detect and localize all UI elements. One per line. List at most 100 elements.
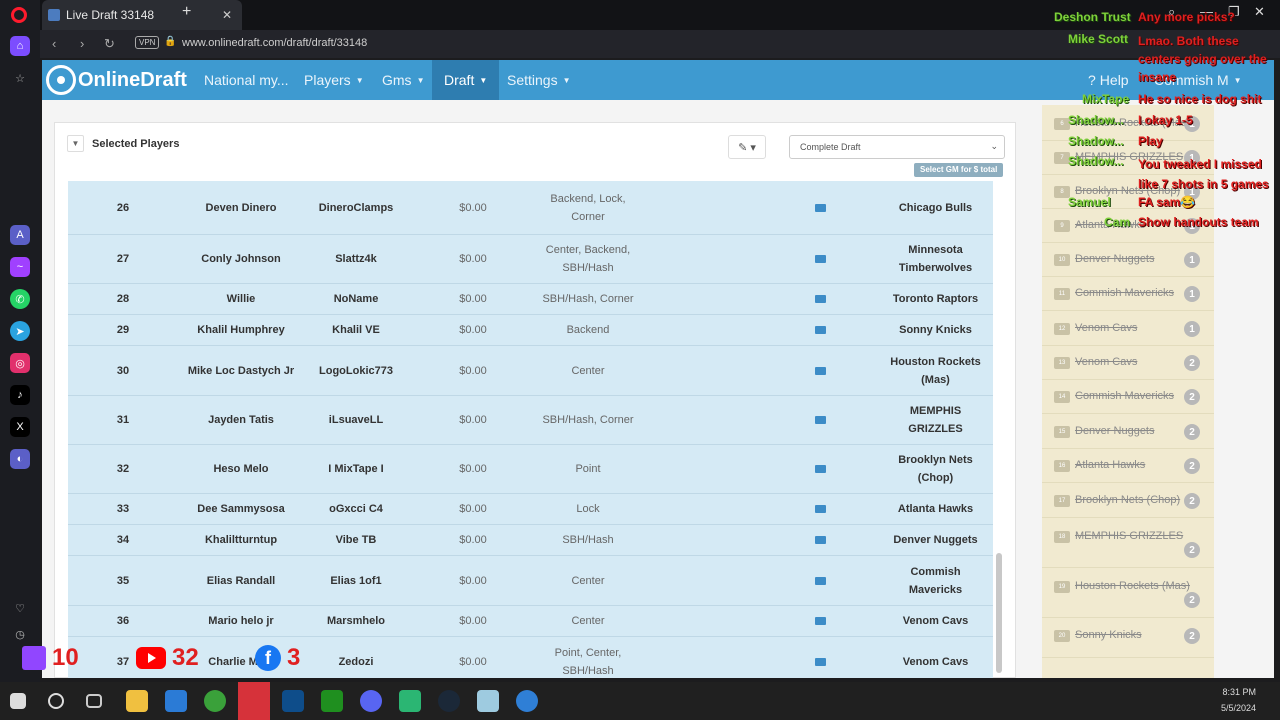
messenger-icon[interactable]: ~ (10, 257, 30, 277)
window-close-icon[interactable]: ✕ (1254, 4, 1265, 20)
player-card-icon[interactable] (813, 181, 827, 234)
player-card-icon[interactable] (813, 637, 827, 678)
back-icon[interactable]: ‹ (52, 36, 56, 51)
player-card-icon[interactable] (813, 556, 827, 605)
search-icon[interactable] (48, 693, 64, 709)
discord-icon[interactable] (360, 690, 382, 712)
list-item[interactable]: 15 Denver Nuggets 2 (1042, 414, 1214, 449)
aria-icon[interactable]: A (10, 225, 30, 245)
windows-taskbar: 8:31 PM 5/5/2024 (0, 682, 1280, 720)
team-name: Chicago Bulls (898, 201, 973, 214)
game-app-icon[interactable] (399, 690, 421, 712)
instagram-icon[interactable]: ◎ (10, 353, 30, 373)
logo-mark-icon (46, 65, 76, 95)
nav-league[interactable]: National my... (192, 60, 301, 100)
player-card-icon[interactable] (813, 284, 827, 314)
nav-players[interactable]: Players ▼ (292, 60, 376, 100)
salary: $0.00 (459, 293, 487, 305)
windows-start-icon[interactable] (10, 693, 26, 709)
vpn-badge[interactable]: VPN (135, 36, 160, 49)
player-card-icon[interactable] (813, 445, 827, 493)
new-tab-icon[interactable]: + (182, 3, 191, 21)
collapse-toggle-icon[interactable]: ▼ (67, 135, 84, 152)
player-name: Willie (226, 293, 256, 305)
nav-settings[interactable]: Settings ▼ (495, 60, 583, 100)
star-icon[interactable]: ☆ (10, 68, 30, 88)
heart-icon[interactable]: ♡ (10, 598, 30, 618)
whatsapp-icon[interactable]: ✆ (10, 289, 30, 309)
queue-round: 1 (1184, 286, 1200, 302)
list-item[interactable]: 11 Commish Mavericks 1 (1042, 277, 1214, 311)
list-item[interactable]: 16 Atlanta Hawks 2 (1042, 449, 1214, 483)
list-item[interactable]: 18 MEMPHIS GRIZZLES 2 (1042, 518, 1214, 568)
history-icon[interactable]: ◷ (10, 624, 30, 644)
steam-icon[interactable] (438, 690, 460, 712)
tiktok-icon[interactable]: ♪ (10, 385, 30, 405)
positions: SBH/Hash, Corner (542, 414, 634, 426)
queue-team: Brooklyn Nets (Chop) (1075, 494, 1181, 506)
list-item[interactable]: 10 Denver Nuggets 1 (1042, 243, 1214, 277)
workspace-icon[interactable]: ⌂ (10, 36, 30, 56)
task-view-icon[interactable] (86, 694, 102, 708)
list-item[interactable]: 14 Commish Mavericks 2 (1042, 380, 1214, 414)
clock-time: 8:31 PM (1222, 687, 1256, 697)
list-item[interactable]: 20 Sonny Knicks 2 (1042, 618, 1214, 658)
player-card-icon[interactable] (813, 494, 827, 524)
draft-view-select[interactable]: Complete Draft ⌄ (789, 135, 1005, 159)
app-icon-2[interactable] (477, 690, 499, 712)
reload-icon[interactable]: ↻ (104, 36, 115, 52)
music-icon[interactable]: ◐ (10, 449, 30, 469)
list-item[interactable]: 19 Houston Rockets (Mas) 2 (1042, 568, 1214, 618)
queue-team: Sonny Knicks (1075, 629, 1142, 641)
queue-pick-number: 16 (1054, 460, 1070, 472)
xbox-app-icon[interactable] (321, 690, 343, 712)
file-explorer-icon[interactable] (126, 690, 148, 712)
positions: Backend (566, 324, 610, 336)
queue-pick-number: 13 (1054, 357, 1070, 369)
tab-live-draft[interactable]: Live Draft 33148 ✕ (42, 0, 242, 30)
gamertag: oGxcci C4 (329, 503, 383, 515)
edit-button[interactable]: ✎ ▾ (728, 135, 766, 159)
list-item[interactable]: 12 Venom Cavs 1 (1042, 311, 1214, 346)
player-card-icon[interactable] (813, 346, 827, 395)
salary: $0.00 (459, 253, 487, 265)
gamertag: Vibe TB (335, 534, 377, 546)
player-card-icon[interactable] (813, 606, 827, 636)
panel-title: Selected Players (92, 137, 180, 150)
site-logo[interactable]: OnlineDraft (46, 64, 187, 96)
chat-message: Lmao. Both these centers going over the … (1138, 34, 1267, 84)
player-card-icon[interactable] (813, 396, 827, 444)
player-card-icon[interactable] (813, 315, 827, 345)
player-card-icon[interactable] (813, 525, 827, 555)
list-item[interactable]: 13 Venom Cavs 2 (1042, 346, 1214, 380)
opera-logo-icon[interactable] (11, 7, 27, 23)
salary: $0.00 (459, 534, 487, 546)
nav-help-label: Help (1099, 72, 1129, 88)
url-field[interactable]: www.onlinedraft.com/draft/draft/33148 (182, 37, 367, 49)
table-scrollbar[interactable] (996, 553, 1002, 673)
nav-draft[interactable]: Draft ▼ (432, 60, 500, 100)
xbox-icon[interactable] (204, 690, 226, 712)
gamertag: Marsmhelo (326, 615, 386, 627)
app-icon[interactable] (282, 690, 304, 712)
table-row: 28 Willie NoName $0.00 SBH/Hash, Corner … (68, 284, 993, 315)
salary: $0.00 (459, 201, 487, 214)
team-name: Sonny Knicks (899, 324, 972, 336)
forward-icon[interactable]: › (80, 36, 84, 51)
gm-total-badge[interactable]: Select GM for $ total (914, 163, 1004, 177)
player-card-icon[interactable] (813, 235, 827, 283)
telegram-icon[interactable]: ➤ (10, 321, 30, 341)
list-item[interactable]: 17 Brooklyn Nets (Chop) 2 (1042, 483, 1214, 518)
lock-icon[interactable]: 🔒 (164, 36, 176, 47)
close-tab-icon[interactable]: ✕ (222, 8, 232, 22)
nav-gms[interactable]: Gms ▼ (370, 60, 436, 100)
mail-icon[interactable] (165, 690, 187, 712)
queue-pick-number: 11 (1054, 288, 1070, 300)
pick-number: 33 (116, 503, 130, 515)
facebook-icon: f (255, 645, 281, 671)
opera-taskbar-icon[interactable] (238, 682, 270, 720)
x-icon[interactable]: X (10, 417, 30, 437)
chat-username: Cam (1104, 215, 1131, 229)
app-icon-3[interactable] (516, 690, 538, 712)
system-clock[interactable]: 8:31 PM 5/5/2024 (1221, 684, 1256, 716)
